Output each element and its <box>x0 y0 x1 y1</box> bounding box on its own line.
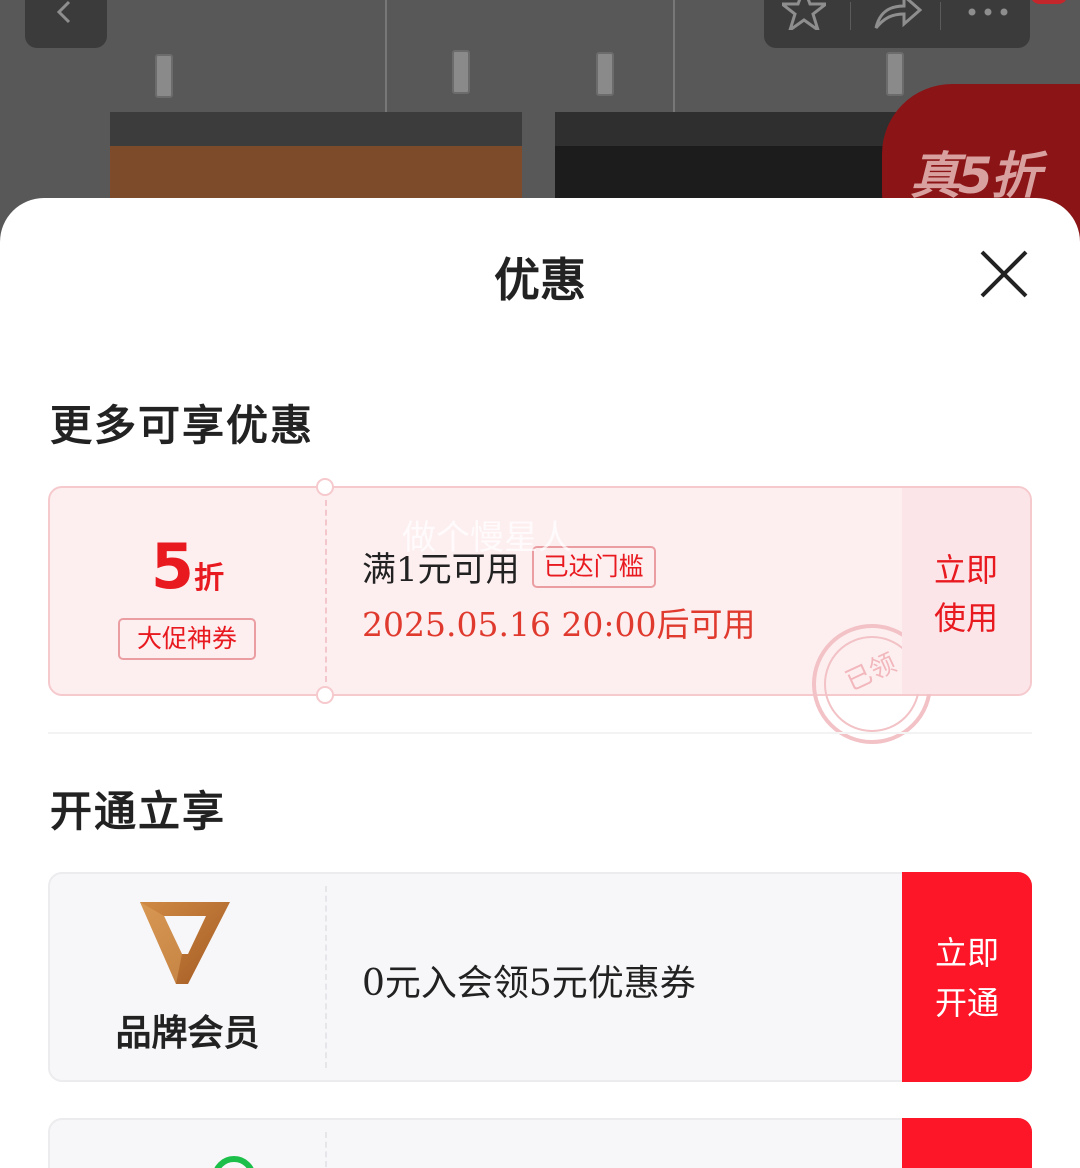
coupon-valid-time: 2025.05.16 20:00后可用 <box>362 605 756 644</box>
use-now-line1: 立即 <box>933 551 998 589</box>
discount-number: 5 <box>150 530 195 603</box>
section-title-more-offers: 更多可享优惠 <box>50 401 315 450</box>
coupon-type-tag: 大促神券 <box>118 618 256 660</box>
discount-unit: 折 <box>194 561 225 596</box>
green-circle-icon <box>212 1156 256 1168</box>
share-icon[interactable] <box>872 0 922 30</box>
member-label: 品牌会员 <box>115 1012 260 1054</box>
clip <box>452 50 470 94</box>
watermark: 做个慢星人 <box>402 518 572 558</box>
use-now-button[interactable]: 立即 使用 <box>902 488 1030 694</box>
clip <box>596 52 614 96</box>
back-button[interactable] <box>25 0 107 48</box>
next-offer-button[interactable] <box>902 1118 1032 1168</box>
open-now-button[interactable]: 立即 开通 <box>902 872 1032 1082</box>
brand-membership-card: 品牌会员 0元入会领5元优惠券 立即 开通 <box>48 872 1032 1082</box>
close-icon <box>980 250 1028 298</box>
discount-value: 5折 <box>50 530 325 603</box>
star-icon[interactable] <box>782 0 826 30</box>
use-now-line2: 使用 <box>933 599 998 637</box>
close-button[interactable] <box>978 248 1030 300</box>
member-left: 品牌会员 <box>50 874 325 1080</box>
coupon-left: 5折 大促神券 <box>50 488 325 694</box>
brand-v-logo-icon <box>140 902 230 984</box>
open-now-line2: 开通 <box>934 984 999 1022</box>
clip <box>155 54 173 98</box>
chevron-left-icon <box>56 0 71 24</box>
clip <box>886 52 904 96</box>
next-offer-card[interactable] <box>48 1118 1032 1168</box>
section-title-open-enjoy: 开通立享 <box>50 787 227 836</box>
offers-sheet: 优惠 更多可享优惠 5折 大促神券 满1元可用 已达门槛 2025.05.16 … <box>0 198 1080 1168</box>
member-offer-text: 0元入会领5元优惠券 <box>362 963 696 1004</box>
more-icon[interactable] <box>966 0 1010 30</box>
open-now-line1: 立即 <box>934 934 999 972</box>
open-now-label: 立即 开通 <box>902 928 1032 1028</box>
divider <box>48 732 1032 734</box>
sheet-title: 优惠 <box>494 253 586 307</box>
use-now-label: 立即 使用 <box>902 546 1030 642</box>
top-action-group <box>764 0 1030 48</box>
